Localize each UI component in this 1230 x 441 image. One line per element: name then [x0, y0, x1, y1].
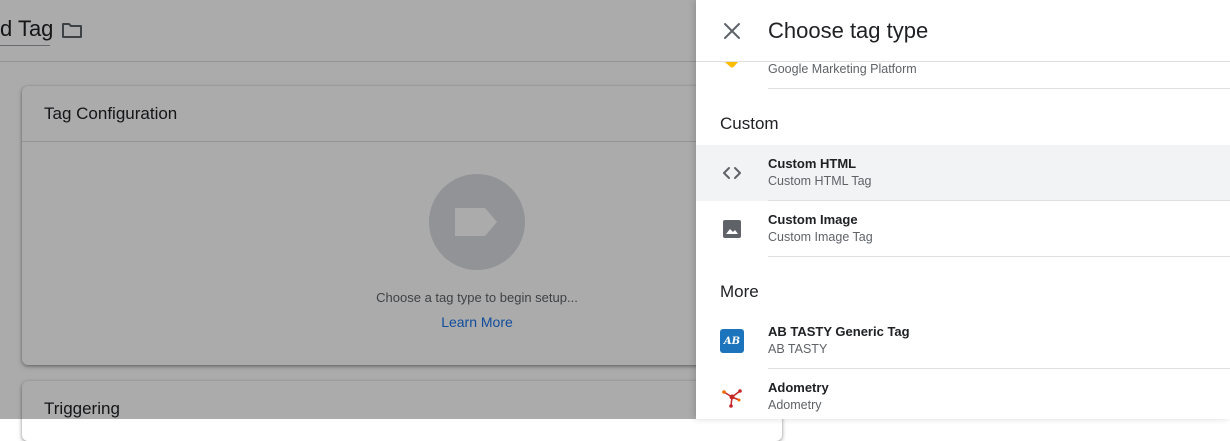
divider [768, 88, 1230, 89]
code-icon [720, 161, 744, 185]
tag-type-item-ab-tasty[interactable]: AB AB TASTY Generic Tag AB TASTY [696, 313, 1230, 369]
tag-type-name: Custom HTML [768, 156, 857, 171]
ab-tasty-logo: AB [720, 329, 744, 353]
tag-type-subtitle: Google Marketing Platform [768, 62, 917, 76]
section-label-custom: Custom [720, 114, 779, 133]
section-label-more: More [720, 282, 759, 301]
tag-type-item-custom-html[interactable]: Custom HTML Custom HTML Tag [696, 145, 1230, 201]
tag-type-name: AB TASTY Generic Tag [768, 324, 910, 339]
panel-header: Choose tag type [696, 0, 1230, 62]
tag-type-subtitle: AB TASTY [768, 342, 828, 356]
tag-type-name: Custom Image [768, 212, 858, 227]
close-icon[interactable] [718, 17, 746, 45]
tag-type-subtitle: Custom HTML Tag [768, 174, 872, 188]
image-icon [720, 217, 744, 241]
tag-type-name: Adometry [768, 380, 829, 395]
divider [768, 256, 1230, 257]
ab-tasty-logo-text: AB [723, 335, 741, 347]
tag-type-subtitle: Custom Image Tag [768, 230, 873, 244]
tag-type-item-adometry[interactable]: Adometry Adometry [696, 369, 1230, 419]
panel-title: Choose tag type [768, 18, 929, 43]
tag-type-item-custom-image[interactable]: Custom Image Custom Image Tag [696, 201, 1230, 257]
adometry-logo [720, 385, 744, 409]
choose-tag-type-panel: Choose tag type Google Marketing Platfor… [696, 0, 1230, 419]
tag-type-subtitle: Adometry [768, 398, 822, 412]
